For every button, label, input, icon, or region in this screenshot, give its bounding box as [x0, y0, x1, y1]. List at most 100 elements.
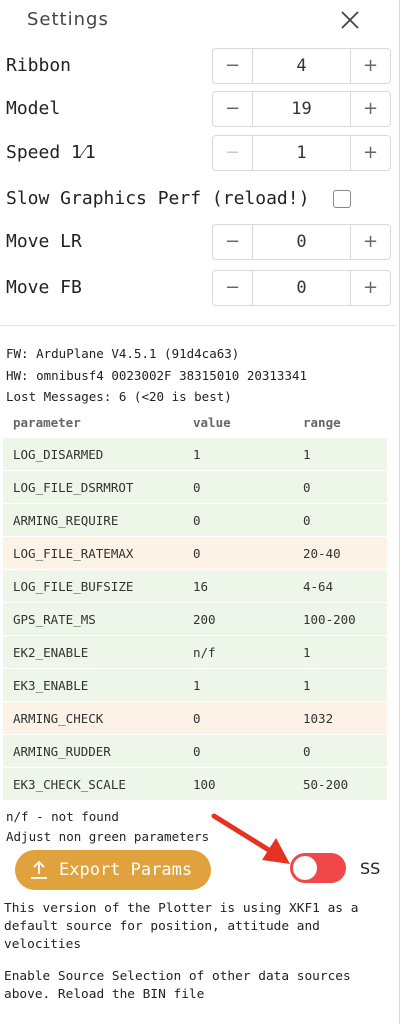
move-fb-increment-button[interactable]: +: [350, 271, 390, 305]
param-name: LOG_FILE_DSRMROT: [3, 470, 183, 504]
xkf1-note: This version of the Plotter is using XKF…: [4, 901, 359, 952]
param-range: 50-200: [293, 767, 387, 800]
ribbon-value-input[interactable]: 4: [253, 49, 350, 83]
export-params-label: Export Params: [59, 860, 193, 880]
table-row: GPS_RATE_MS 200 100-200: [3, 602, 387, 636]
table-row: EK3_ENABLE 1 1: [3, 668, 387, 702]
move-lr-increment-button[interactable]: +: [350, 225, 390, 259]
source-selection-label: SS: [360, 859, 381, 878]
table-row: LOG_FILE_DSRMROT 0 0: [3, 470, 387, 504]
column-header-range: range: [303, 415, 341, 430]
column-header-value: value: [193, 415, 231, 430]
move-lr-value-input[interactable]: 0: [253, 225, 350, 259]
param-value: 100: [183, 767, 293, 800]
settings-title: Settings: [27, 9, 109, 30]
param-range: 20-40: [293, 536, 387, 570]
param-value: 0: [183, 701, 293, 735]
move-fb-label: Move FB: [6, 277, 82, 298]
speed-value-input[interactable]: 1: [253, 136, 350, 170]
param-value: n/f: [183, 635, 293, 669]
param-range: 0: [293, 734, 387, 768]
adjust-note: Adjust non green parameters: [6, 829, 210, 844]
ribbon-increment-button[interactable]: +: [350, 49, 390, 83]
param-range: 1: [293, 437, 387, 471]
ribbon-label: Ribbon: [6, 55, 72, 76]
param-name: EK3_ENABLE: [3, 668, 183, 702]
param-name: ARMING_RUDDER: [3, 734, 183, 768]
speed-label: Speed 1⁄1: [6, 142, 96, 163]
param-value: 1: [183, 437, 293, 471]
param-name: GPS_RATE_MS: [3, 602, 183, 636]
param-name: LOG_FILE_RATEMAX: [3, 536, 183, 570]
slow-graphics-label: Slow Graphics Perf (reload!): [6, 188, 310, 209]
param-value: 0: [183, 503, 293, 537]
params-table-header: parameter value range: [3, 408, 387, 438]
param-value: 0: [183, 734, 293, 768]
source-selection-toggle[interactable]: [290, 853, 346, 883]
param-range: 1032: [293, 701, 387, 735]
param-range: 1: [293, 635, 387, 669]
param-name: LOG_DISARMED: [3, 437, 183, 471]
table-row: LOG_FILE_BUFSIZE 16 4-64: [3, 569, 387, 603]
speed-stepper: − 1 +: [212, 135, 391, 171]
param-range: 1: [293, 668, 387, 702]
table-row: LOG_FILE_RATEMAX 0 20-40: [3, 536, 387, 570]
setting-move-lr: Move LR − 0 +: [0, 224, 396, 260]
model-label: Model: [6, 98, 61, 119]
params-table: parameter value range LOG_DISARMED 1 1 L…: [3, 408, 387, 800]
setting-speed: Speed 1⁄1 − 1 +: [0, 135, 396, 171]
section-divider: [0, 325, 396, 326]
move-fb-stepper: − 0 +: [212, 270, 391, 306]
speed-decrement-button[interactable]: −: [213, 136, 253, 170]
param-range: 0: [293, 470, 387, 504]
close-icon[interactable]: [339, 9, 361, 31]
param-range: 0: [293, 503, 387, 537]
settings-panel: Settings Ribbon − 4 + Model − 19 + Speed…: [0, 0, 400, 1024]
hardware-info: HW: omnibusf4 0023002F 38315010 20313341: [6, 368, 308, 383]
speed-increment-button[interactable]: +: [350, 136, 390, 170]
param-value: 0: [183, 470, 293, 504]
model-decrement-button[interactable]: −: [213, 92, 253, 126]
table-row: EK2_ENABLE n/f 1: [3, 635, 387, 669]
ribbon-decrement-button[interactable]: −: [213, 49, 253, 83]
settings-header: Settings: [0, 0, 396, 40]
table-row: EK3_CHECK_SCALE 100 50-200: [3, 767, 387, 800]
param-name: LOG_FILE_BUFSIZE: [3, 569, 183, 603]
slow-graphics-checkbox[interactable]: [333, 190, 351, 208]
column-header-parameter: parameter: [13, 415, 81, 430]
toggle-knob: [293, 856, 317, 880]
export-params-button[interactable]: Export Params: [15, 850, 211, 890]
move-lr-decrement-button[interactable]: −: [213, 225, 253, 259]
move-fb-value-input[interactable]: 0: [253, 271, 350, 305]
param-name: EK2_ENABLE: [3, 635, 183, 669]
setting-model: Model − 19 +: [0, 91, 396, 127]
table-row: ARMING_RUDDER 0 0: [3, 734, 387, 768]
setting-ribbon: Ribbon − 4 +: [0, 48, 396, 84]
export-icon: [31, 860, 47, 879]
param-name: ARMING_CHECK: [3, 701, 183, 735]
param-range: 4-64: [293, 569, 387, 603]
move-lr-stepper: − 0 +: [212, 224, 391, 260]
setting-slow-graphics: Slow Graphics Perf (reload!): [0, 181, 396, 217]
table-row: ARMING_CHECK 0 1032: [3, 701, 387, 735]
arrow-annotation: [211, 813, 290, 864]
param-name: ARMING_REQUIRE: [3, 503, 183, 537]
param-range: 100-200: [293, 602, 387, 636]
move-lr-label: Move LR: [6, 231, 82, 252]
model-increment-button[interactable]: +: [350, 92, 390, 126]
not-found-note: n/f - not found: [6, 809, 119, 824]
ribbon-stepper: − 4 +: [212, 48, 391, 84]
param-value: 200: [183, 602, 293, 636]
table-row: LOG_DISARMED 1 1: [3, 437, 387, 471]
param-value: 0: [183, 536, 293, 570]
param-name: EK3_CHECK_SCALE: [3, 767, 183, 800]
setting-move-fb: Move FB − 0 +: [0, 270, 396, 306]
param-value: 16: [183, 569, 293, 603]
table-row: ARMING_REQUIRE 0 0: [3, 503, 387, 537]
lost-messages-info: Lost Messages: 6 (<20 is best): [6, 389, 232, 404]
move-fb-decrement-button[interactable]: −: [213, 271, 253, 305]
firmware-info: FW: ArduPlane V4.5.1 (91d4ca63): [6, 346, 240, 361]
model-stepper: − 19 +: [212, 91, 391, 127]
model-value-input[interactable]: 19: [253, 92, 350, 126]
source-selection-note: Enable Source Selection of other data so…: [4, 969, 351, 1002]
